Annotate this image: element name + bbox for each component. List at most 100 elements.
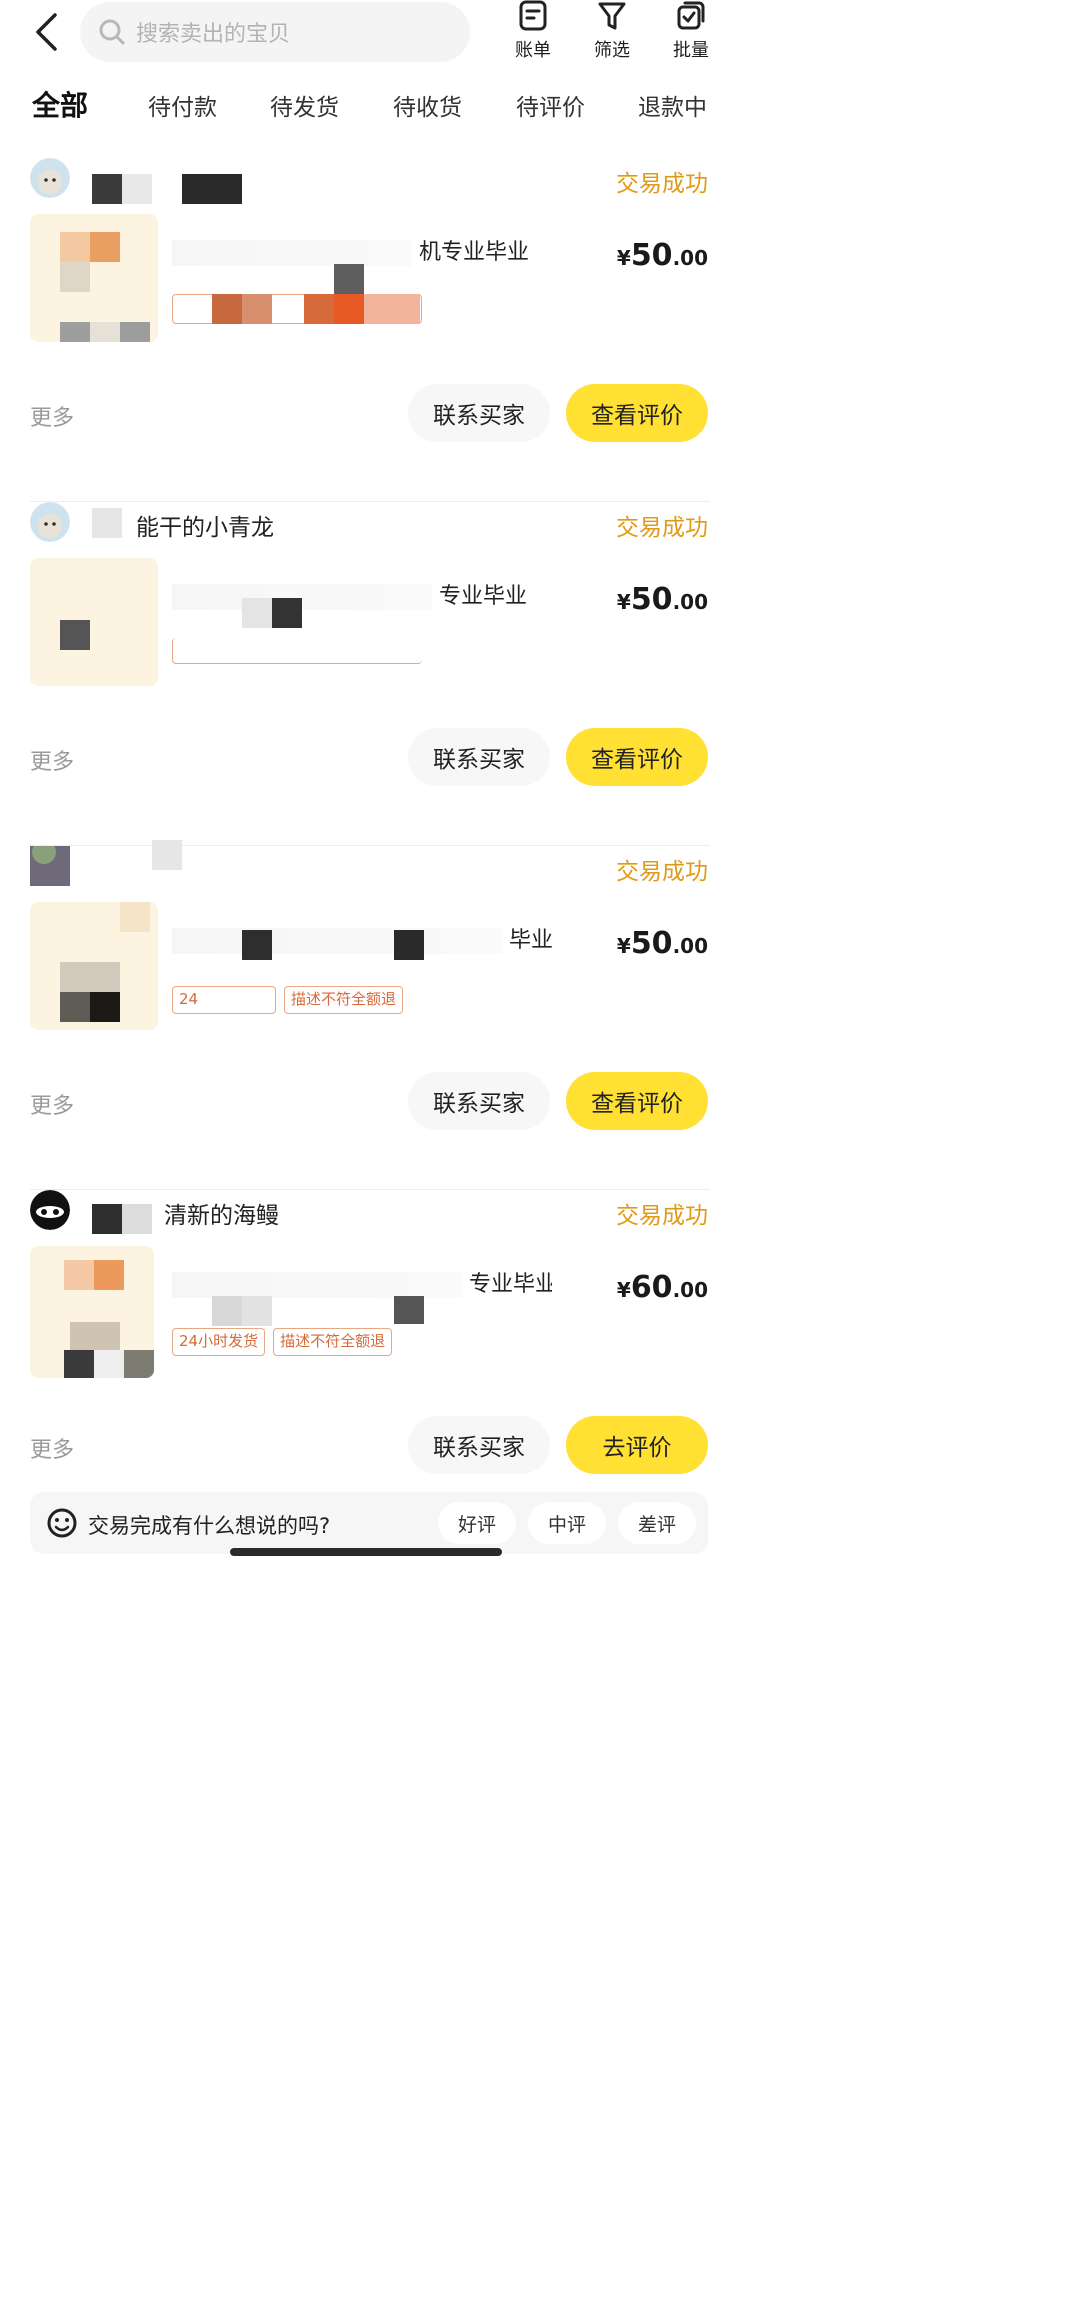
currency-symbol: ¥: [616, 246, 631, 270]
avatar-image: [30, 158, 70, 198]
title-mask: [172, 584, 432, 610]
feedback-bar: 交易完成有什么想说的吗? 好评 中评 差评: [30, 1492, 708, 1554]
top-bar: 搜索卖出的宝贝 账单 筛选 批量: [0, 0, 742, 70]
privacy-mosaic: [364, 294, 420, 324]
tab-pending-shipment[interactable]: 待发货: [270, 88, 339, 122]
feedback-prompt: 交易完成有什么想说的吗?: [88, 1514, 331, 1538]
privacy-mosaic: [242, 294, 272, 324]
order-status: 交易成功: [616, 171, 708, 197]
batch-icon: [677, 1, 705, 30]
write-review-button[interactable]: 去评价: [566, 1416, 708, 1474]
tab-refunding[interactable]: 退款中: [638, 88, 707, 122]
buyer-avatar[interactable]: [30, 1190, 70, 1230]
title-mask: [172, 928, 502, 954]
more-button[interactable]: 更多: [30, 1088, 74, 1120]
contact-buyer-button[interactable]: 联系买家: [408, 728, 550, 786]
privacy-mosaic: [92, 1204, 122, 1234]
product-title-text: 机专业毕业: [419, 240, 530, 265]
order-status: 交易成功: [616, 515, 708, 541]
order-card[interactable]: 交易成功 机专业毕业 ¥50.00 更多 联系买家 查看评价: [0, 158, 742, 502]
order-card[interactable]: 交易成功 毕业 24 描述不符全额退 ¥50.00 更多 联系买家 查看评价: [0, 840, 742, 1190]
currency-symbol: ¥: [616, 1278, 631, 1302]
privacy-mosaic: [394, 930, 424, 960]
product-thumbnail[interactable]: [30, 902, 158, 1030]
order-card[interactable]: 清新的海鳗 交易成功 专业毕业 24小时发货 描述不符全额退 ¥60.00 更多…: [0, 1190, 742, 1490]
avatar-image: [30, 502, 70, 542]
search-input[interactable]: 搜索卖出的宝贝: [80, 2, 470, 62]
tab-pending-review[interactable]: 待评价: [516, 88, 585, 122]
bad-review-button[interactable]: 差评: [618, 1502, 696, 1544]
order-price: ¥50.00: [617, 926, 708, 961]
order-price: ¥60.00: [617, 1270, 708, 1305]
more-button[interactable]: 更多: [30, 744, 74, 776]
product-thumbnail[interactable]: [30, 214, 158, 342]
product-title-text: 专业毕业: [439, 584, 528, 609]
batch-label: 批量: [673, 40, 709, 61]
home-indicator[interactable]: [230, 1548, 502, 1556]
tab-pending-payment[interactable]: 待付款: [148, 88, 217, 122]
product-thumbnail[interactable]: [30, 1246, 154, 1378]
price-decimal: .00: [672, 1278, 708, 1302]
privacy-mosaic: [334, 294, 364, 324]
product-thumbnail[interactable]: [30, 558, 158, 686]
good-review-button[interactable]: 好评: [438, 1502, 516, 1544]
price-integer: 50: [630, 926, 673, 961]
buyer-name[interactable]: 清新的海鳗: [164, 1196, 279, 1230]
privacy-mosaic: [92, 508, 122, 538]
service-tag: 描述不符全额退: [284, 986, 404, 1014]
order-status: 交易成功: [616, 859, 708, 885]
bill-label: 账单: [515, 40, 551, 61]
product-title-text: 专业毕业: [469, 1272, 552, 1297]
back-button[interactable]: [26, 10, 66, 54]
service-tag: 24: [172, 986, 276, 1014]
price-integer: 50: [630, 582, 673, 617]
tab-all[interactable]: 全部: [32, 84, 89, 124]
tag-row: [172, 638, 422, 664]
product-title[interactable]: 毕业: [172, 922, 552, 954]
view-review-button[interactable]: 查看评价: [566, 1072, 708, 1130]
buyer-avatar[interactable]: [30, 158, 70, 198]
order-price: ¥50.00: [617, 238, 708, 273]
buyer-avatar[interactable]: [30, 846, 70, 886]
currency-symbol: ¥: [616, 590, 631, 614]
batch-button[interactable]: 批量: [661, 0, 721, 62]
chevron-left-icon: [36, 13, 57, 51]
buyer-name[interactable]: 能干的小青龙: [136, 508, 274, 542]
contact-buyer-button[interactable]: 联系买家: [408, 384, 550, 442]
filter-button[interactable]: 筛选: [582, 0, 642, 62]
view-review-button[interactable]: 查看评价: [566, 384, 708, 442]
neutral-review-button[interactable]: 中评: [528, 1502, 606, 1544]
order-status: 交易成功: [616, 1203, 708, 1229]
order-status-tabs: 全部 待付款 待发货 待收货 待评价 退款中: [0, 80, 742, 140]
product-title[interactable]: 机专业毕业: [172, 234, 552, 266]
price-decimal: .00: [672, 246, 708, 270]
filter-icon: [598, 2, 626, 30]
privacy-mosaic: [242, 598, 272, 628]
search-icon: [99, 19, 125, 45]
bill-button[interactable]: 账单: [503, 0, 563, 62]
avatar-image: [30, 1190, 70, 1230]
product-title[interactable]: 专业毕业: [172, 1266, 552, 1298]
product-title[interactable]: 专业毕业: [172, 578, 552, 610]
privacy-mosaic: [272, 598, 302, 628]
view-review-button[interactable]: 查看评价: [566, 728, 708, 786]
contact-buyer-button[interactable]: 联系买家: [408, 1072, 550, 1130]
title-mask: [172, 240, 412, 266]
tab-pending-receipt[interactable]: 待收货: [393, 88, 462, 122]
price-decimal: .00: [672, 590, 708, 614]
service-tag: 描述不符全额退: [273, 1328, 393, 1356]
price-integer: 50: [630, 238, 673, 273]
order-card[interactable]: 能干的小青龙 交易成功 专业毕业 ¥50.00 更多 联系买家 查看评价: [0, 502, 742, 846]
more-button[interactable]: 更多: [30, 400, 74, 432]
contact-buyer-button[interactable]: 联系买家: [408, 1416, 550, 1474]
product-title-text: 毕业: [509, 928, 552, 953]
avatar-image: [30, 846, 70, 886]
service-tags: 24 描述不符全额退: [172, 986, 404, 1014]
privacy-mosaic: [152, 840, 182, 870]
privacy-mosaic: [122, 1204, 152, 1234]
buyer-avatar[interactable]: [30, 502, 70, 542]
more-button[interactable]: 更多: [30, 1432, 74, 1464]
privacy-mosaic: [92, 174, 122, 204]
search-placeholder: 搜索卖出的宝贝: [136, 22, 291, 47]
privacy-mosaic: [304, 294, 334, 324]
